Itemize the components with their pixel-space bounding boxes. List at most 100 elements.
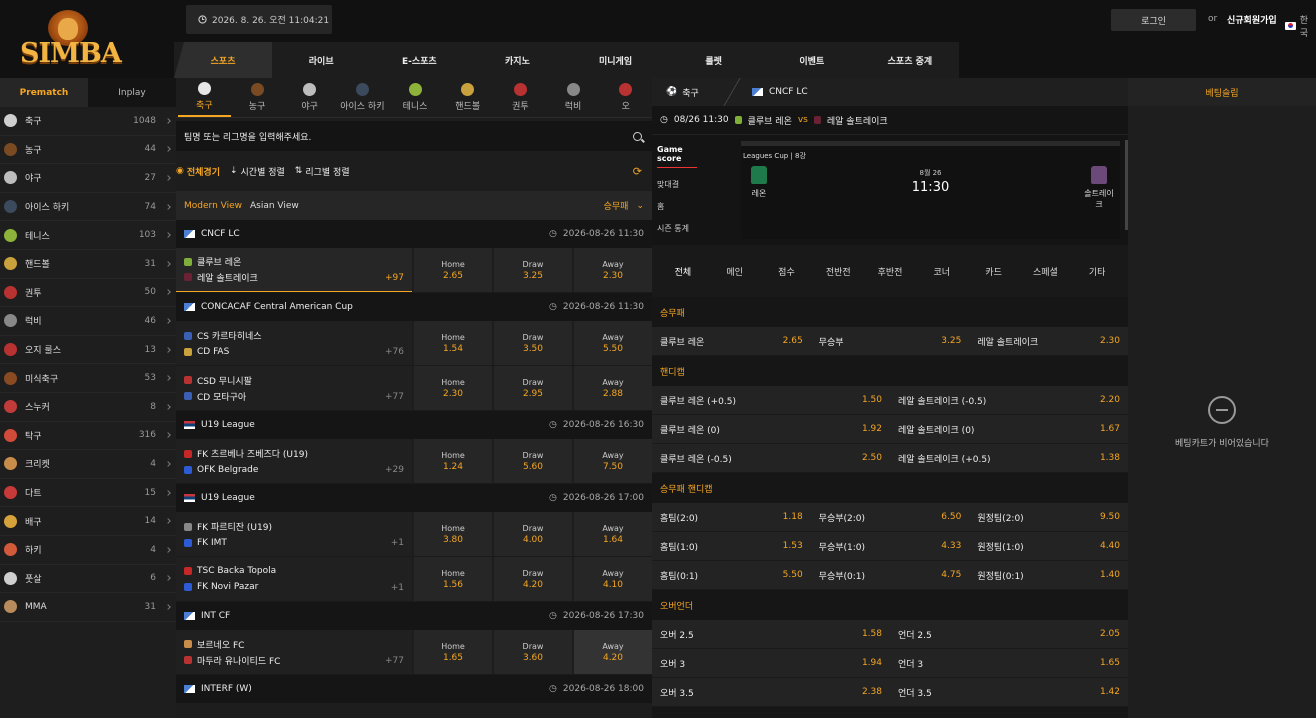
- market-odd-button[interactable]: 오버 3.5 2.38: [652, 678, 890, 706]
- language-select[interactable]: 한국: [1285, 13, 1316, 39]
- sidebar-sport-item[interactable]: 오지 룰스 13: [0, 336, 176, 365]
- match-teams[interactable]: 보르네오 FC 마두라 유나이티드 FC +77: [176, 630, 412, 674]
- sidebar-sport-item[interactable]: 권투 50: [0, 279, 176, 308]
- odd-button-draw[interactable]: Draw 4.20: [494, 557, 572, 601]
- market-section-title[interactable]: 오버언더: [652, 590, 1128, 620]
- market-tab[interactable]: 스페셜: [1019, 265, 1071, 278]
- filter-time-sort[interactable]: ⇣ 시간별 정렬: [230, 165, 285, 178]
- odd-button-away[interactable]: Away 4.10: [574, 557, 652, 601]
- league-header[interactable]: INT CF ◷ 2026-08-26 17:30: [176, 602, 652, 630]
- sidebar-sport-item[interactable]: 테니스 103: [0, 221, 176, 250]
- tab-inplay[interactable]: Inplay: [88, 78, 176, 107]
- market-odd-button[interactable]: 레알 솔트레이크 2.30: [969, 327, 1128, 355]
- more-markets-count[interactable]: +29: [385, 465, 404, 475]
- sport-tab[interactable]: 럭비: [547, 78, 600, 117]
- odd-button-draw[interactable]: Draw 3.60: [494, 630, 572, 674]
- sidebar-sport-item[interactable]: 크리켓 4: [0, 450, 176, 479]
- odd-button-home[interactable]: Home 1.54: [414, 321, 492, 365]
- nav-tab-5[interactable]: 룰렛: [665, 42, 763, 78]
- match-teams[interactable]: TSC Backa Topola FK Novi Pazar +1: [176, 557, 412, 601]
- sidebar-sport-item[interactable]: 핸드볼 31: [0, 250, 176, 279]
- sport-tab[interactable]: 테니스: [389, 78, 442, 117]
- sport-tab[interactable]: 농구: [231, 78, 284, 117]
- more-markets-count[interactable]: +97: [385, 273, 404, 283]
- sidebar-sport-item[interactable]: 스누커 8: [0, 393, 176, 422]
- odd-button-home[interactable]: Home 1.65: [414, 630, 492, 674]
- market-odd-button[interactable]: 무승부(0:1) 4.75: [811, 561, 970, 589]
- odd-button-away[interactable]: Away 5.50: [574, 321, 652, 365]
- market-tab[interactable]: 후반전: [864, 265, 916, 278]
- market-odd-button[interactable]: 언더 3 1.65: [890, 649, 1128, 677]
- more-markets-count[interactable]: +76: [385, 347, 404, 357]
- market-odd-button[interactable]: 원정팀(1:0) 4.40: [969, 532, 1128, 560]
- market-select[interactable]: 승무패: [604, 199, 629, 212]
- odd-button-home[interactable]: Home 1.24: [414, 439, 492, 483]
- sport-tab[interactable]: 권투: [494, 78, 547, 117]
- score-menu-season[interactable]: 시즌 통계: [657, 223, 731, 234]
- match-teams[interactable]: 클루브 레온 레알 솔트레이크 +97: [176, 248, 412, 292]
- breadcrumb-sport[interactable]: ⚽ 축구: [652, 86, 722, 99]
- market-odd-button[interactable]: 레알 솔트레이크 (+0.5) 1.38: [890, 444, 1128, 472]
- odd-button-home[interactable]: Home 3.80: [414, 512, 492, 556]
- sport-tab[interactable]: 핸드볼: [441, 78, 494, 117]
- market-odd-button[interactable]: 원정팀(2:0) 9.50: [969, 503, 1128, 531]
- market-odd-button[interactable]: 클루브 레온 (+0.5) 1.50: [652, 386, 890, 414]
- match-teams[interactable]: FK 파르티잔 (U19) FK IMT +1: [176, 512, 412, 556]
- market-odd-button[interactable]: 클루브 레온 (-0.5) 2.50: [652, 444, 890, 472]
- sidebar-sport-item[interactable]: 축구 1048: [0, 107, 176, 136]
- market-tab[interactable]: 카드: [968, 265, 1020, 278]
- league-header[interactable]: CNCF LC ◷ 2026-08-26 11:30: [176, 220, 652, 248]
- chevron-down-icon[interactable]: ⌄: [636, 201, 644, 211]
- market-section-title[interactable]: 승무패: [652, 297, 1128, 327]
- more-markets-count[interactable]: +77: [385, 392, 404, 402]
- market-tab[interactable]: 전반전: [812, 265, 864, 278]
- market-odd-button[interactable]: 오버 3 1.94: [652, 649, 890, 677]
- league-header[interactable]: U19 League ◷ 2026-08-26 17:00: [176, 484, 652, 512]
- score-menu-game-score[interactable]: Game score: [657, 145, 697, 168]
- nav-tab-1[interactable]: 라이브: [272, 42, 370, 78]
- more-markets-count[interactable]: +77: [385, 656, 404, 666]
- market-odd-button[interactable]: 언더 2.5 2.05: [890, 620, 1128, 648]
- odd-button-draw[interactable]: Draw 4.00: [494, 512, 572, 556]
- match-teams[interactable]: FK 츠르베나 즈베즈다 (U19) OFK Belgrade +29: [176, 439, 412, 483]
- odd-button-home[interactable]: Home 1.56: [414, 557, 492, 601]
- market-tab[interactable]: 전체: [657, 265, 709, 278]
- market-odd-button[interactable]: 무승부(2:0) 6.50: [811, 503, 970, 531]
- odd-button-draw[interactable]: Draw 3.25: [494, 248, 572, 292]
- sidebar-sport-item[interactable]: 럭비 46: [0, 307, 176, 336]
- market-odd-button[interactable]: 레알 솔트레이크 (-0.5) 2.20: [890, 386, 1128, 414]
- search-icon[interactable]: [633, 131, 642, 141]
- league-header[interactable]: U19 League ◷ 2026-08-26 16:30: [176, 411, 652, 439]
- tab-prematch[interactable]: Prematch: [0, 78, 88, 107]
- search-input[interactable]: 팀명 또는 리그명을 입력해주세요.: [184, 130, 633, 143]
- market-section-title[interactable]: 승무패 핸디캡: [652, 473, 1128, 503]
- market-odd-button[interactable]: 클루브 레온 2.65: [652, 327, 811, 355]
- sidebar-sport-item[interactable]: 하키 4: [0, 536, 176, 565]
- sidebar-sport-item[interactable]: 배구 14: [0, 507, 176, 536]
- sidebar-sport-item[interactable]: 다트 15: [0, 479, 176, 508]
- odd-button-draw[interactable]: Draw 3.50: [494, 321, 572, 365]
- score-menu-h2h[interactable]: 맞대결: [657, 179, 731, 190]
- odd-button-draw[interactable]: Draw 2.95: [494, 366, 572, 410]
- market-odd-button[interactable]: 무승부(1:0) 4.33: [811, 532, 970, 560]
- nav-tab-7[interactable]: 스포츠 중계: [861, 42, 959, 78]
- sport-tab[interactable]: 아이스 하키: [336, 78, 389, 117]
- filter-all[interactable]: ◉ 전체경기: [176, 165, 220, 178]
- market-tab[interactable]: 점수: [761, 265, 813, 278]
- league-header[interactable]: CONCACAF Central American Cup ◷ 2026-08-26…: [176, 293, 652, 321]
- market-odd-button[interactable]: 클루브 레온 (0) 1.92: [652, 415, 890, 443]
- breadcrumb-league[interactable]: CNCF LC: [742, 87, 808, 97]
- odd-button-away[interactable]: Away 7.50: [574, 439, 652, 483]
- refresh-icon[interactable]: ⟳: [633, 165, 642, 178]
- market-odd-button[interactable]: 홈팀(2:0) 1.18: [652, 503, 811, 531]
- odd-button-away[interactable]: Away 2.88: [574, 366, 652, 410]
- nav-tab-0[interactable]: 스포츠: [174, 42, 273, 78]
- nav-tab-6[interactable]: 이벤트: [763, 42, 861, 78]
- sport-tab[interactable]: 오: [599, 78, 652, 117]
- sidebar-sport-item[interactable]: MMA 31: [0, 593, 176, 622]
- odd-button-home[interactable]: Home 2.30: [414, 366, 492, 410]
- login-button[interactable]: 로그인: [1111, 9, 1196, 31]
- sport-tab[interactable]: 야구: [283, 78, 336, 117]
- simba-logo[interactable]: SIMBA: [20, 8, 122, 70]
- filter-league-sort[interactable]: ⇅ 리그별 정렬: [295, 165, 350, 178]
